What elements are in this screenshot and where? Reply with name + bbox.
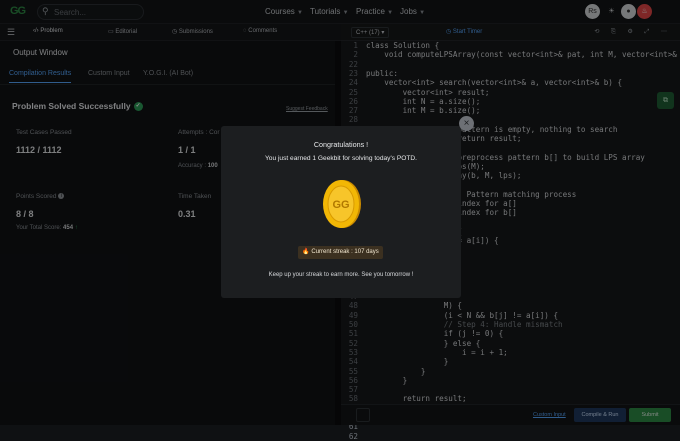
modal-footer-text: Keep up your streak to earn more. See yo… [268, 272, 414, 278]
close-icon[interactable]: × [459, 116, 474, 131]
streak-badge: 🔥 Current streak : 107 days [298, 246, 383, 259]
fire-icon: 🔥 [302, 249, 310, 255]
svg-text:GG: GG [332, 199, 349, 211]
geekbit-coin-icon: GG [323, 180, 361, 228]
modal-title: Congratulations ! [313, 140, 369, 149]
line-number: 62 [348, 431, 358, 441]
congratulations-modal: Congratulations ! You just earned 1 Geek… [221, 126, 461, 298]
modal-message: You just earned 1 Geekbit for solving to… [264, 155, 418, 162]
